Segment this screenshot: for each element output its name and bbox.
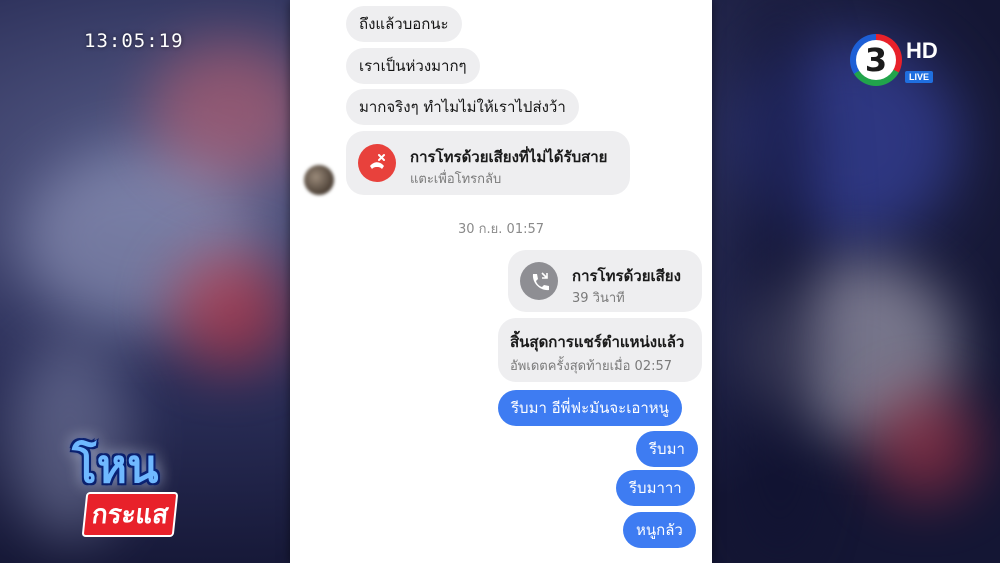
channel-ring-icon: 3 xyxy=(850,34,902,86)
outgoing-message: รีบมา xyxy=(636,431,698,467)
location-share-subtitle: อัพเดตครั้งสุดท้ายเมื่อ 02:57 xyxy=(510,359,673,374)
chat-screen: ถึงแล้วบอกนะ เราเป็นห่วงมากๆ มากจริงๆ ทำ… xyxy=(290,0,712,563)
outgoing-message: รีบมา อีพี่ฟะมันจะเอาหนู xyxy=(498,390,682,426)
voice-call-duration: 39 วินาที xyxy=(572,291,625,306)
phone-icon xyxy=(520,262,558,300)
voice-call-title: การโทรด้วยเสียง xyxy=(572,267,681,285)
contact-avatar[interactable] xyxy=(304,165,334,195)
outgoing-message: หนูกลัว xyxy=(623,512,696,548)
location-share-title: สิ้นสุดการแชร์ตำแหน่งแล้ว xyxy=(510,333,685,351)
voice-call-bubble[interactable]: การโทรด้วยเสียง 39 วินาที xyxy=(508,250,702,312)
incoming-message: มากจริงๆ ทำไมไม่ให้เราไปส่งว้า xyxy=(346,89,579,125)
show-title-bottom: กระแส xyxy=(81,492,179,537)
channel-logo: 3 HD LIVE xyxy=(850,34,945,94)
incoming-message: ถึงแล้วบอกนะ xyxy=(346,6,462,42)
missed-call-title: การโทรด้วยเสียงที่ไม่ได้รับสาย xyxy=(410,148,608,166)
missed-call-subtitle: แตะเพื่อโทรกลับ xyxy=(410,172,502,187)
hd-badge: HD xyxy=(906,38,938,63)
show-title-logo: โหน กระแส xyxy=(62,430,242,540)
incoming-message: เราเป็นห่วงมากๆ xyxy=(346,48,480,84)
live-badge: LIVE xyxy=(905,71,934,83)
missed-call-icon xyxy=(358,144,396,182)
conversation-timestamp: 30 ก.ย. 01:57 xyxy=(457,222,545,237)
broadcast-clock: 13:05:19 xyxy=(84,30,184,52)
channel-number: 3 xyxy=(856,40,896,80)
location-share-bubble[interactable]: สิ้นสุดการแชร์ตำแหน่งแล้ว อัพเดตครั้งสุด… xyxy=(498,318,702,382)
missed-call-bubble[interactable]: การโทรด้วยเสียงที่ไม่ได้รับสาย แตะเพื่อโ… xyxy=(346,131,630,195)
outgoing-message: รีบมาาา xyxy=(616,470,695,506)
